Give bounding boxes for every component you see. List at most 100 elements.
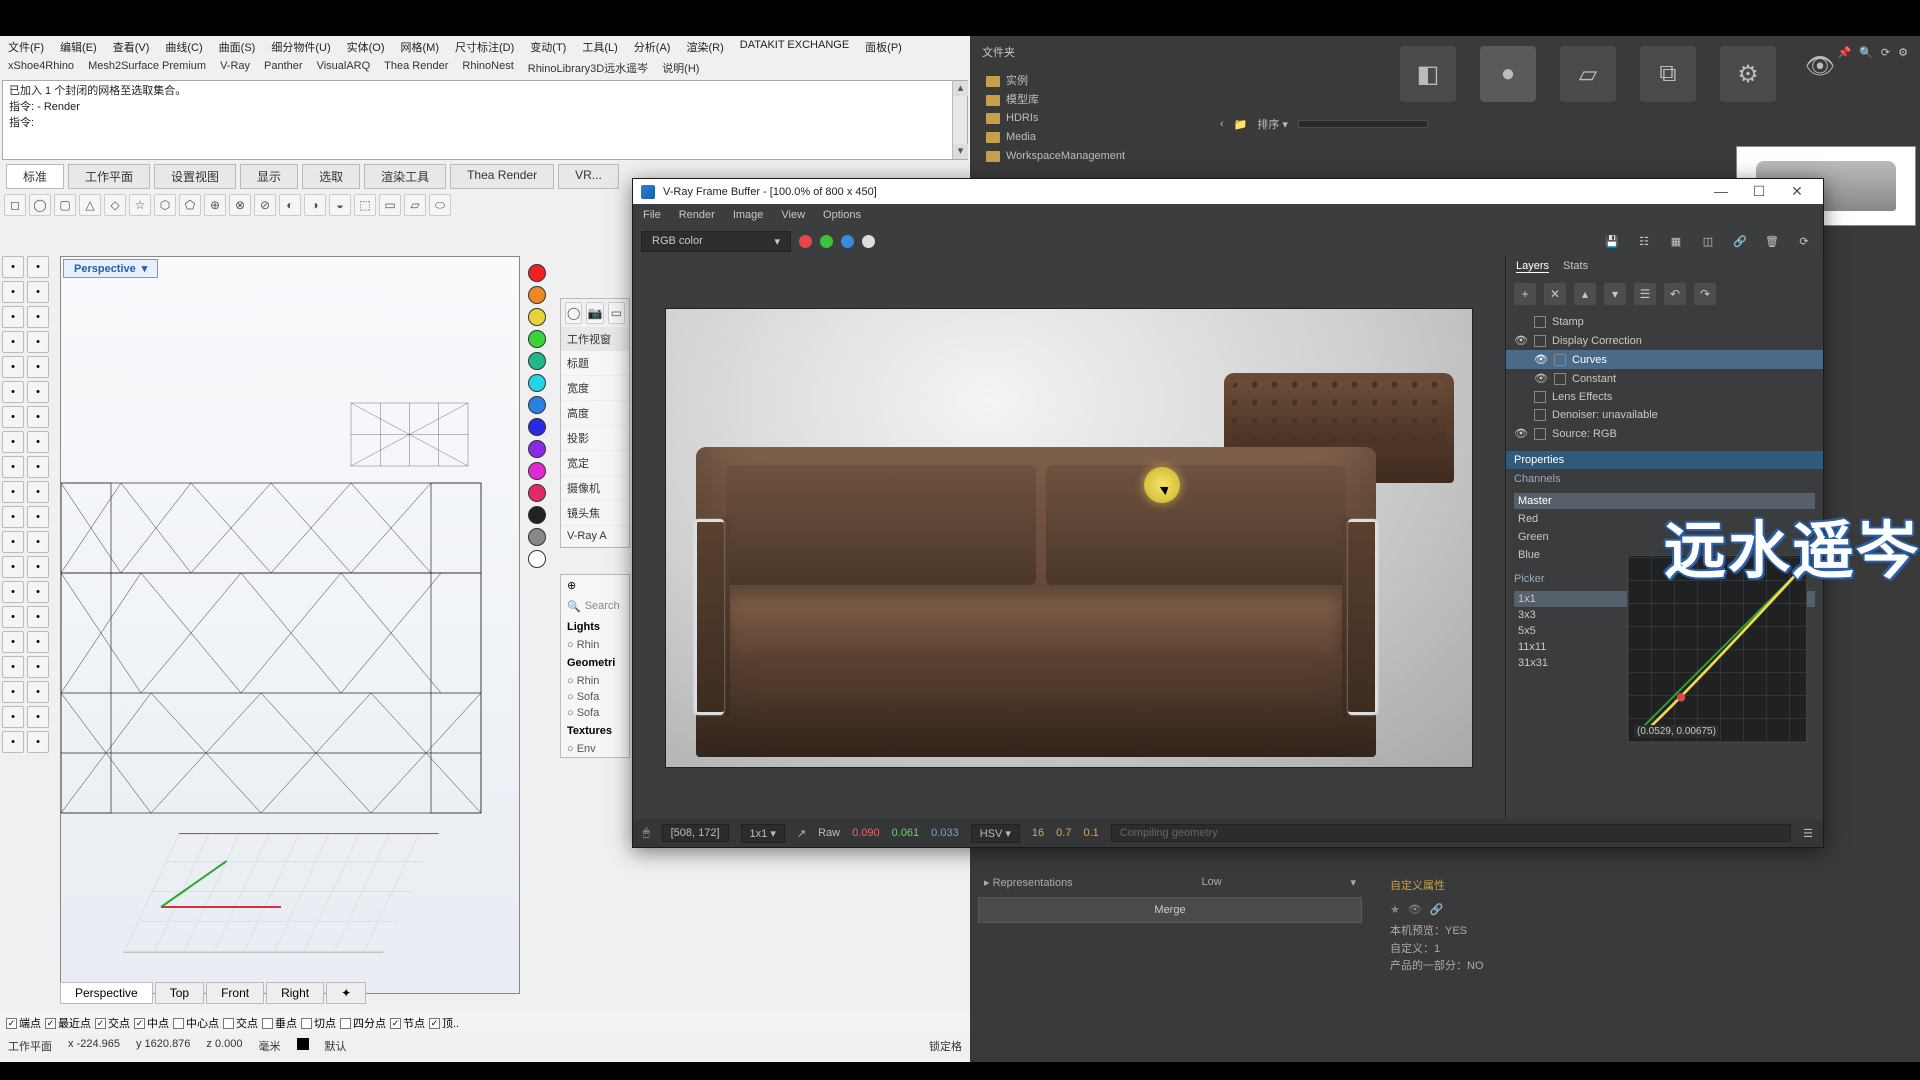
tool-button[interactable]: •	[27, 481, 49, 503]
menu-icon[interactable]: ☰	[1803, 827, 1813, 840]
move-up-icon[interactable]: ▴	[1574, 283, 1596, 305]
tool-button[interactable]: •	[2, 556, 24, 578]
undo-icon[interactable]: ↶	[1664, 283, 1686, 305]
panel-icon[interactable]: ▭	[608, 302, 625, 324]
color-swatch[interactable]	[528, 528, 546, 546]
move-down-icon[interactable]: ▾	[1604, 283, 1626, 305]
redo-icon[interactable]: ↷	[1694, 283, 1716, 305]
rep-value[interactable]: Low	[1201, 876, 1221, 889]
plugin-item[interactable]: 说明(H)	[662, 60, 699, 76]
history-icon[interactable]: ☷	[1633, 230, 1655, 252]
menu-item[interactable]: 工具(L)	[582, 39, 617, 55]
tool-button[interactable]: •	[2, 606, 24, 628]
menu-item[interactable]: 编辑(E)	[60, 39, 97, 55]
panel-row[interactable]: V-Ray A	[561, 526, 629, 547]
toolbar-icon[interactable]: ⬭	[429, 194, 451, 216]
channel-select[interactable]: RGB color▾	[641, 231, 791, 252]
eye-icon[interactable]: 👁	[1800, 46, 1840, 86]
raw-label[interactable]: Raw	[818, 827, 840, 839]
rhino-menu-bar[interactable]: 文件(F)编辑(E)查看(V)曲线(C)曲面(S)细分物件(U)实体(O)网格(…	[0, 36, 970, 58]
menu-item[interactable]: 曲线(C)	[165, 39, 202, 55]
grid-icon[interactable]: ▦	[1665, 230, 1687, 252]
add-layer-icon[interactable]: +	[1514, 283, 1536, 305]
tool-button[interactable]: •	[27, 256, 49, 278]
osnap-bar[interactable]: ✓端点✓最近点✓交点✓中点中心点交点垂点切点四分点✓节点✓顶..	[0, 1012, 970, 1034]
plugin-item[interactable]: xShoe4Rhino	[8, 60, 74, 76]
toolbar-tab[interactable]: 设置视图	[154, 164, 236, 189]
tool-button[interactable]: •	[2, 381, 24, 403]
white-dot-icon[interactable]	[862, 235, 875, 248]
tool-button[interactable]: •	[27, 606, 49, 628]
perspective-viewport[interactable]: Perspective ▾	[60, 256, 520, 994]
save-icon[interactable]: 💾	[1601, 230, 1623, 252]
vfb-menu-item[interactable]: Image	[733, 209, 764, 221]
menu-item[interactable]: 网格(M)	[401, 39, 440, 55]
menu-item[interactable]: 分析(A)	[634, 39, 671, 55]
tool-button[interactable]: •	[27, 706, 49, 728]
panel-row[interactable]: 投影	[561, 426, 629, 451]
geometry-header[interactable]: Geometri	[561, 653, 629, 673]
toolbar-icon[interactable]: ⬚	[354, 194, 376, 216]
toolbar-tab[interactable]: 标准	[6, 164, 64, 189]
film-icon[interactable]: ⧉	[1640, 46, 1696, 102]
curve-icon[interactable]: ↗	[797, 827, 806, 840]
menu-item[interactable]: 细分物件(U)	[271, 39, 330, 55]
tool-button[interactable]: •	[2, 331, 24, 353]
library-nav[interactable]: ‹ 📁 排序 ▾	[1220, 116, 1428, 132]
pixel-scale[interactable]: 1x1 ▾	[741, 824, 785, 843]
tool-button[interactable]: •	[2, 706, 24, 728]
color-swatch[interactable]	[528, 440, 546, 458]
osnap-toggle[interactable]: ✓最近点	[45, 1015, 91, 1031]
panel-row[interactable]: 宽定	[561, 451, 629, 476]
osnap-toggle[interactable]: 切点	[301, 1015, 336, 1031]
viewport-tab[interactable]: Top	[155, 982, 204, 1004]
osnap-toggle[interactable]: 中心点	[173, 1015, 219, 1031]
maximize-button[interactable]: ☐	[1741, 183, 1777, 200]
tool-button[interactable]: •	[27, 581, 49, 603]
back-icon[interactable]: ‹	[1220, 118, 1224, 130]
toolbar-icon[interactable]: ⬠	[179, 194, 201, 216]
folder-icon[interactable]: 📁	[1234, 118, 1248, 131]
scroll-down-icon[interactable]: ▾	[953, 144, 968, 159]
layer-item[interactable]: Stamp	[1506, 313, 1823, 331]
stats-tab[interactable]: Stats	[1563, 260, 1588, 273]
delete-layer-icon[interactable]: ✕	[1544, 283, 1566, 305]
tool-button[interactable]: •	[27, 456, 49, 478]
layer-item[interactable]: Lens Effects	[1506, 388, 1823, 406]
panel-row[interactable]: 高度	[561, 401, 629, 426]
tool-button[interactable]: •	[2, 356, 24, 378]
tool-button[interactable]: •	[2, 481, 24, 503]
sphere-icon[interactable]: ●	[1480, 46, 1536, 102]
close-button[interactable]: ✕	[1779, 183, 1815, 200]
tool-button[interactable]: •	[2, 431, 24, 453]
vfb-side-panel[interactable]: Layers Stats + ✕ ▴ ▾ ☰ ↶ ↷ Stamp👁Display…	[1505, 256, 1823, 820]
tool-button[interactable]: •	[27, 731, 49, 753]
link-icon[interactable]: 🔗	[1729, 230, 1751, 252]
osnap-toggle[interactable]: 交点	[223, 1015, 258, 1031]
tool-button[interactable]: •	[27, 681, 49, 703]
layers-list[interactable]: Stamp👁Display Correction👁Curves👁Constant…	[1506, 311, 1823, 445]
toolbar-icon[interactable]: ⬡	[154, 194, 176, 216]
folder-item[interactable]: Media	[986, 128, 1904, 147]
color-swatch-column[interactable]	[528, 264, 550, 568]
panel-row[interactable]: 宽度	[561, 376, 629, 401]
viewport-tab[interactable]: Perspective	[60, 982, 153, 1004]
asset-item[interactable]: ○ Env	[561, 741, 629, 757]
tool-button[interactable]: •	[27, 656, 49, 678]
color-swatch[interactable]	[528, 484, 546, 502]
star-icon[interactable]: ★	[1390, 902, 1400, 920]
image-icon[interactable]: ▱	[1560, 46, 1616, 102]
toolbar-icon[interactable]: ⊕	[204, 194, 226, 216]
toolbar-icon[interactable]: ◇	[104, 194, 126, 216]
osnap-toggle[interactable]: 垂点	[262, 1015, 297, 1031]
gear-icon[interactable]: ⚙	[1720, 46, 1776, 102]
blue-dot-icon[interactable]	[841, 235, 854, 248]
tool-button[interactable]: •	[2, 406, 24, 428]
osnap-toggle[interactable]: ✓节点	[390, 1015, 425, 1031]
osnap-toggle[interactable]: ✓中点	[134, 1015, 169, 1031]
toolbar-icon[interactable]: ⊘	[254, 194, 276, 216]
green-dot-icon[interactable]	[820, 235, 833, 248]
toolbar-tab[interactable]: 渲染工具	[364, 164, 446, 189]
menu-item[interactable]: 曲面(S)	[219, 39, 256, 55]
toolbar-icon[interactable]: ▢	[54, 194, 76, 216]
